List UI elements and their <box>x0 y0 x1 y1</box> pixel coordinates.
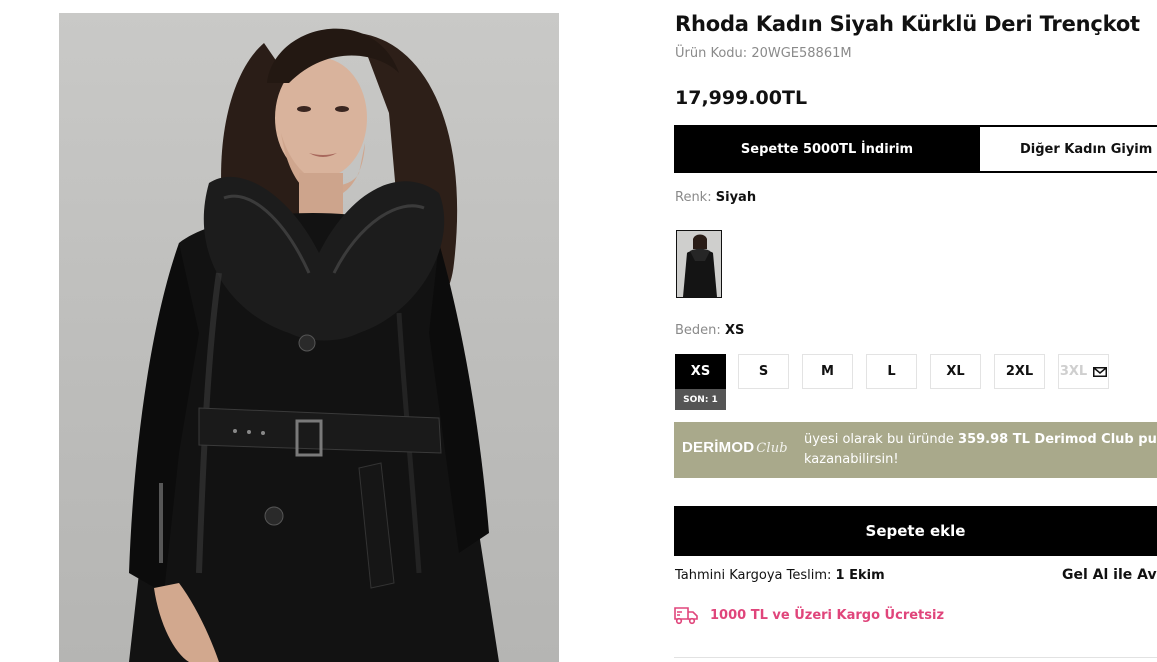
estimated-delivery: Tahmini Kargoya Teslim: 1 Ekim <box>675 568 885 583</box>
size-option-label: 3XL <box>1059 364 1088 379</box>
size-option-label: M <box>821 364 834 379</box>
size-selected-value: XS <box>724 323 745 338</box>
product-main-image[interactable] <box>59 13 559 662</box>
product-title: Rhoda Kadın Siyah Kürklü Deri Trençkot <box>675 12 1140 36</box>
section-divider <box>674 657 1157 658</box>
club-text-after: kazanabilirsin! <box>804 452 899 467</box>
club-logo-text: DERİMOD <box>682 439 755 456</box>
size-option-label: XS <box>690 364 711 379</box>
size-option-s[interactable]: S <box>738 354 789 389</box>
club-points-message: üyesi olarak bu üründe 359.98 TL Derimod… <box>804 430 1157 470</box>
size-option-xl[interactable]: XL <box>930 354 981 389</box>
product-code-row: Ürün Kodu: 20WGE58861M <box>675 46 852 61</box>
size-option-label: S <box>758 364 769 379</box>
stock-badge: SON: 1 <box>675 389 726 410</box>
swatch-thumbnail <box>677 231 721 297</box>
size-options: XS SON: 1 S M L XL 2XL 3XL <box>675 354 1157 414</box>
tab-cart-discount[interactable]: Sepette 5000TL İndirim <box>674 125 980 173</box>
store-pickup-link[interactable]: Gel Al ile Av <box>1062 567 1157 583</box>
color-label-row: Renk: Siyah <box>675 190 756 205</box>
product-price: 17,999.00TL <box>675 87 808 109</box>
delivery-label: Tahmini Kargoya Teslim: <box>675 568 832 583</box>
size-label-row: Beden: XS <box>675 323 744 338</box>
size-option-2xl[interactable]: 2XL <box>994 354 1045 389</box>
mail-icon <box>1093 366 1108 377</box>
club-text-before: üyesi olarak bu üründe <box>804 432 959 447</box>
tab-other-women-clothing[interactable]: Diğer Kadın Giyim <box>980 125 1157 173</box>
truck-icon <box>674 607 698 625</box>
club-points-value: 359.98 TL <box>958 432 1030 447</box>
add-to-cart-button[interactable]: Sepete ekle <box>674 506 1157 556</box>
promo-tabs: Sepette 5000TL İndirim Diğer Kadın Giyim <box>674 125 1157 173</box>
size-option-label: 2XL <box>1005 364 1034 379</box>
size-option-3xl[interactable]: 3XL <box>1058 354 1109 389</box>
size-option-l[interactable]: L <box>866 354 917 389</box>
size-label: Beden: <box>675 323 721 338</box>
size-option-label: XL <box>946 364 965 379</box>
product-photo-illustration <box>129 28 499 662</box>
product-code-label: Ürün Kodu: <box>675 46 748 61</box>
color-value: Siyah <box>715 190 757 205</box>
derimod-club-banner: DERİMOD Club üyesi olarak bu üründe 359.9… <box>674 422 1157 478</box>
color-swatch-black[interactable] <box>676 230 722 298</box>
derimod-club-logo: DERİMOD Club <box>682 439 788 456</box>
delivery-date: 1 Ekim <box>835 568 885 583</box>
size-option-label: L <box>887 364 896 379</box>
club-text-brand: Derimod Club puanı <box>1034 432 1157 447</box>
color-label: Renk: <box>675 190 712 205</box>
free-shipping-info: 1000 TL ve Üzeri Kargo Ücretsiz <box>674 605 944 625</box>
size-option-m[interactable]: M <box>802 354 853 389</box>
product-code-value: 20WGE58861M <box>751 46 852 61</box>
free-shipping-text: 1000 TL ve Üzeri Kargo Ücretsiz <box>710 607 945 623</box>
club-logo-script: Club <box>756 441 788 456</box>
size-option-xs[interactable]: XS <box>675 354 726 389</box>
